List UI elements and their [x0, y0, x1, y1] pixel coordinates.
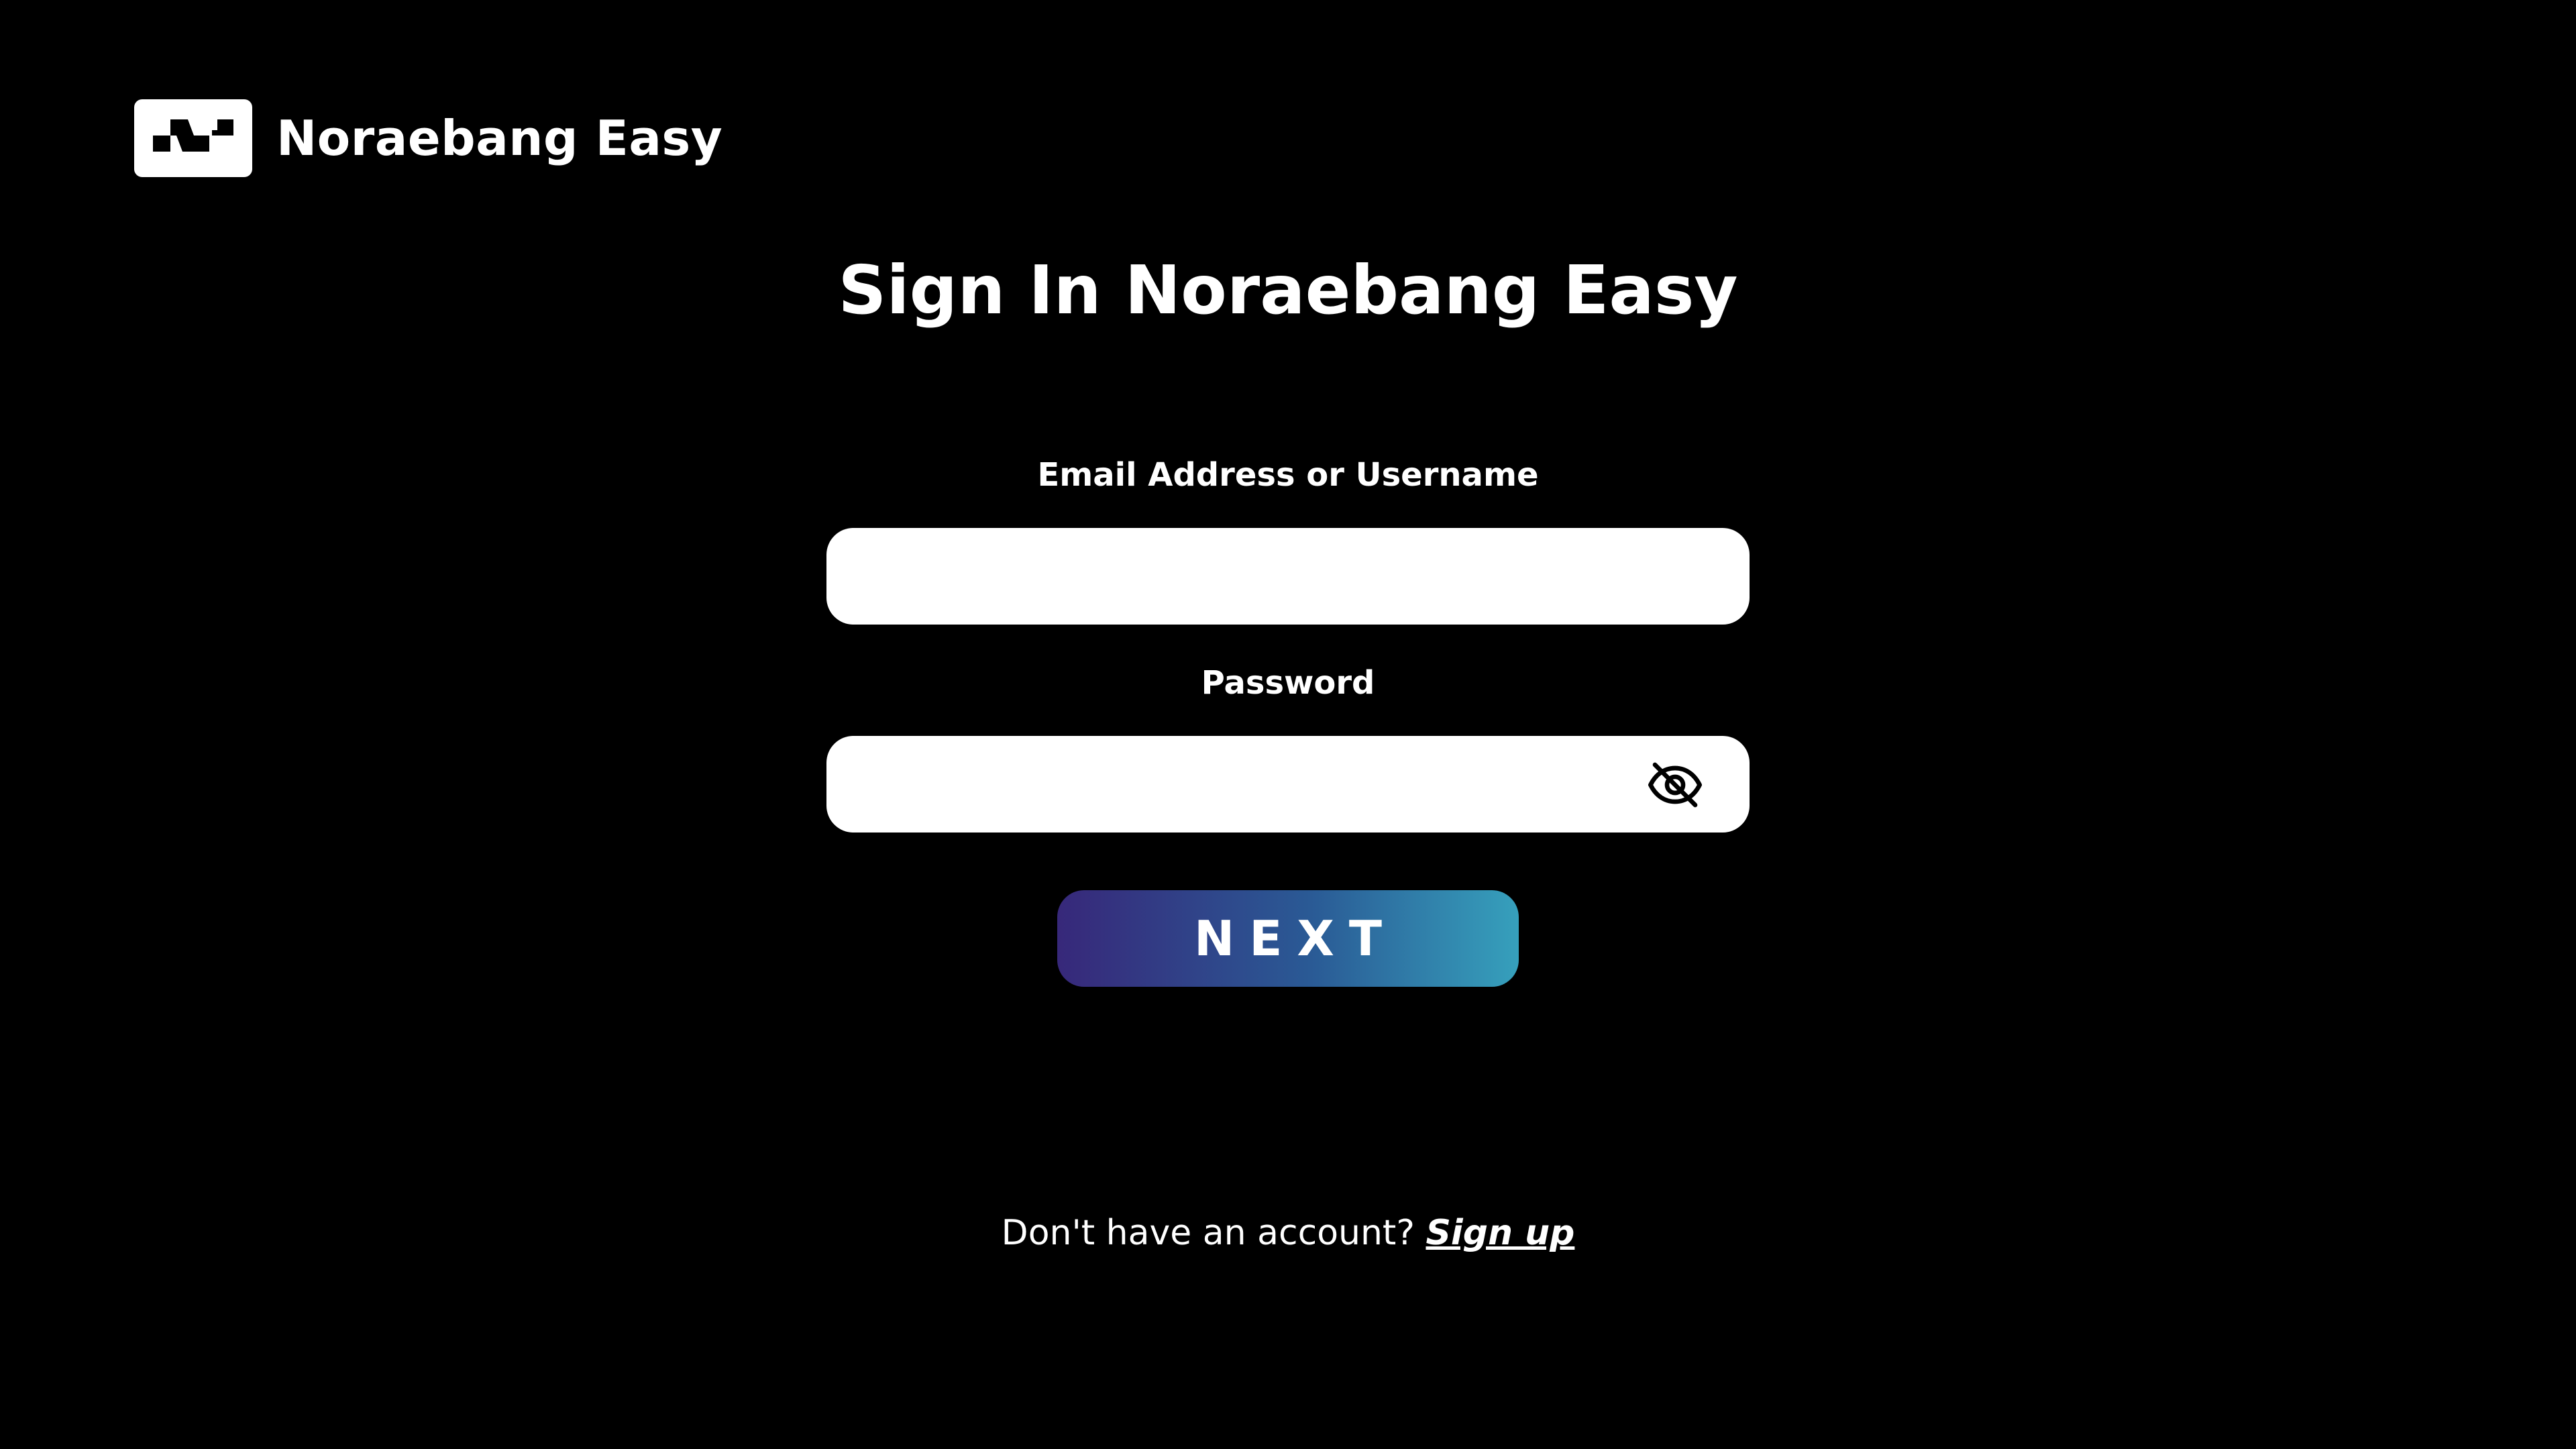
- brand-name: Noraebang Easy: [276, 110, 723, 166]
- signup-row: Don't have an account? Sign up: [0, 1213, 2576, 1253]
- email-label: Email Address or Username: [1037, 456, 1539, 494]
- noraebang-logo-icon: [134, 99, 252, 177]
- eye-slash-icon[interactable]: [1646, 756, 1704, 814]
- signup-link[interactable]: Sign up: [1426, 1213, 1574, 1253]
- signup-prompt: Don't have an account?: [1001, 1213, 1415, 1253]
- brand-header[interactable]: Noraebang Easy: [134, 99, 722, 177]
- page-title: Sign In Noraebang Easy: [838, 251, 1738, 329]
- email-input[interactable]: [826, 528, 1750, 625]
- password-input[interactable]: [826, 736, 1750, 833]
- next-button[interactable]: NEXT: [1057, 890, 1519, 987]
- sign-in-page: Noraebang Easy Sign In Noraebang Easy Em…: [0, 0, 2576, 1449]
- password-label: Password: [1201, 664, 1375, 702]
